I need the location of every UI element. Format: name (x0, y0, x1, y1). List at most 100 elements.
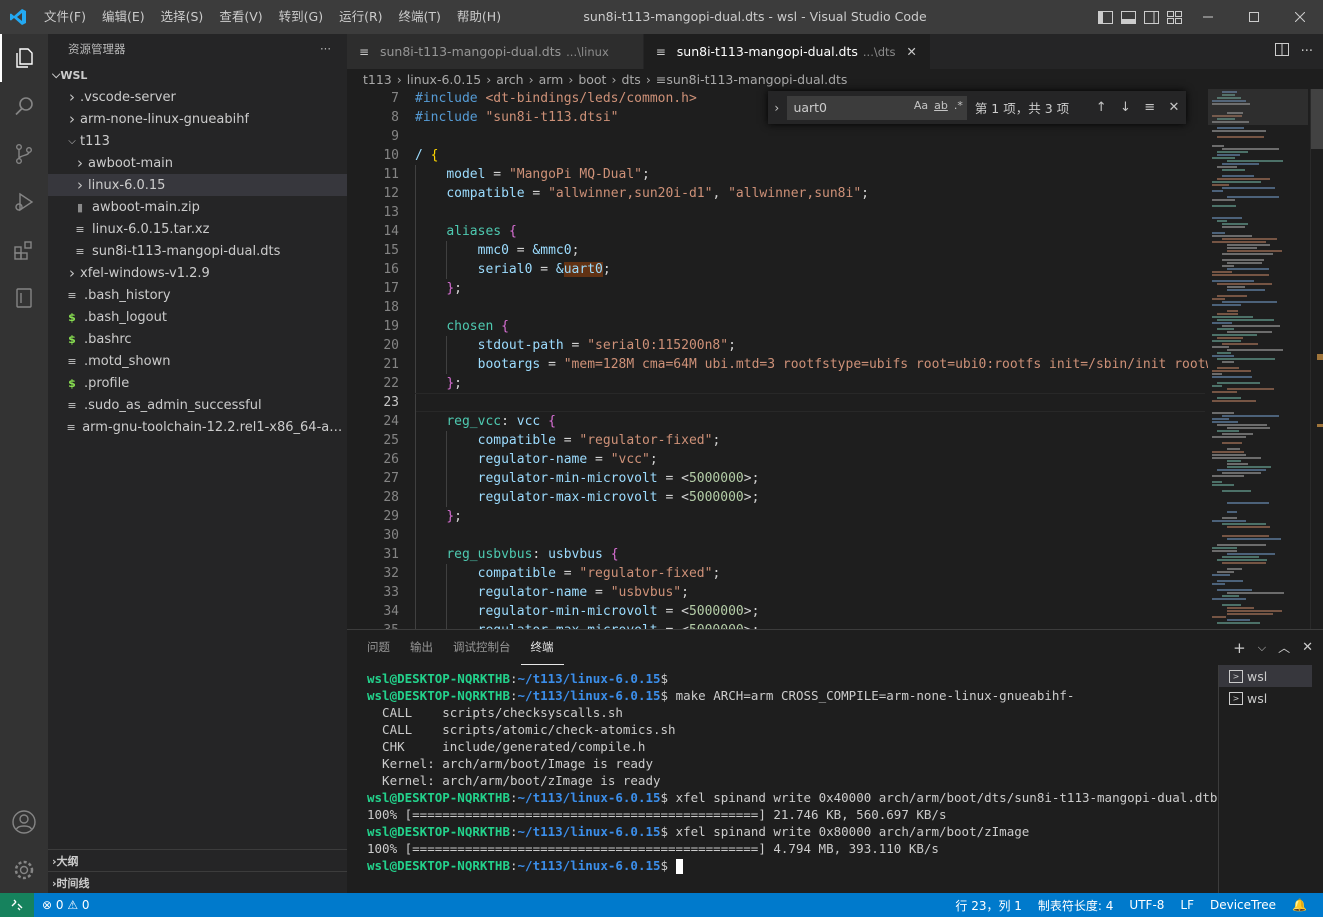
more-actions-icon[interactable]: ··· (1301, 44, 1313, 59)
tree-item[interactable]: › xfel-windows-v1.2.9 (48, 262, 347, 284)
outline-section[interactable]: › 大纲 (48, 849, 347, 872)
tree-item[interactable]: $ .profile (48, 372, 347, 394)
match-case-icon[interactable]: Aa (914, 99, 928, 112)
tree-item[interactable]: ≡ arm-gnu-toolchain-12.2.rel1-x86_64-arm-… (48, 416, 348, 438)
timeline-section[interactable]: › 时间线 (48, 871, 347, 894)
code-line[interactable]: regulator-min-microvolt = <5000000>; (415, 469, 1205, 488)
code-line[interactable]: mmc0 = &mmc0; (415, 241, 1205, 260)
tree-item[interactable]: ▮ awboot-main.zip (48, 196, 347, 218)
scrollbar-thumb[interactable] (1311, 89, 1323, 149)
settings-gear-icon[interactable] (0, 846, 48, 894)
code-line[interactable]: stdout-path = "serial0:115200n8"; (415, 336, 1205, 355)
editor-tab[interactable]: ≡ sun8i-t113-mangopi-dual.dts ...\linux (347, 34, 644, 69)
cursor-position[interactable]: 行 23，列 1 (947, 897, 1030, 914)
tree-item[interactable]: ≡ .sudo_as_admin_successful (48, 394, 347, 416)
panel-tab[interactable]: 输出 (400, 630, 443, 665)
code-line[interactable]: aliases { (415, 222, 1205, 241)
breadcrumb-item[interactable]: arm (539, 72, 564, 87)
notifications-bell-icon[interactable]: 🔔 (1284, 898, 1315, 912)
editor-tab[interactable]: ≡ sun8i-t113-mangopi-dual.dts ...\dts ✕ (643, 34, 931, 69)
next-match-icon[interactable]: ↓ (1113, 100, 1137, 115)
menu-item[interactable]: 编辑(E) (94, 0, 153, 34)
code-line[interactable]: serial0 = &uart0; (415, 260, 1205, 279)
end-of-line[interactable]: LF (1172, 898, 1202, 912)
toggle-panel-icon[interactable] (1120, 9, 1137, 26)
code-line[interactable] (415, 526, 1205, 545)
code-line[interactable]: regulator-max-microvolt = <5000000>; (415, 488, 1205, 507)
panel-tab[interactable]: 终端 (520, 630, 564, 665)
code-line[interactable]: }; (415, 374, 1205, 393)
code-line[interactable]: regulator-max-microvolt = <5000000>; (415, 621, 1205, 629)
code-line[interactable]: regulator-name = "vcc"; (415, 450, 1205, 469)
menu-item[interactable]: 转到(G) (271, 0, 331, 34)
panel-tab[interactable]: 调试控制台 (443, 630, 521, 665)
tree-item[interactable]: $ .bash_logout (48, 306, 347, 328)
code-line[interactable]: / { (415, 146, 1205, 165)
breadcrumb-item[interactable]: boot (578, 72, 606, 87)
menu-item[interactable]: 文件(F) (36, 0, 94, 34)
match-word-icon[interactable]: ab (934, 99, 948, 112)
code-line[interactable]: reg_vcc: vcc { (415, 412, 1205, 431)
encoding[interactable]: UTF-8 (1121, 898, 1172, 912)
explorer-icon[interactable] (0, 34, 48, 82)
terminal-output[interactable]: wsl@DESKTOP-NQRKTHB:~/t113/linux-6.0.15$… (367, 670, 1217, 874)
close-find-icon[interactable]: ✕ (1162, 100, 1186, 115)
source-control-icon[interactable] (0, 130, 48, 178)
account-icon[interactable] (0, 798, 48, 846)
code-line[interactable]: reg_usbvbus: usbvbus { (415, 545, 1205, 564)
customize-layout-icon[interactable] (1166, 9, 1183, 26)
breadcrumb-item[interactable]: arch (496, 72, 523, 87)
code-line[interactable]: compatible = "regulator-fixed"; (415, 564, 1205, 583)
breadcrumb-item[interactable]: linux-6.0.15 (407, 72, 481, 87)
find-in-selection-icon[interactable]: ≡ (1138, 100, 1162, 115)
minimize-icon[interactable] (1185, 0, 1231, 34)
menu-item[interactable]: 终端(T) (391, 0, 449, 34)
code-line[interactable]: compatible = "allwinner,sun20i-d1", "all… (415, 184, 1205, 203)
terminal-dropdown-icon[interactable]: ⌵ (1258, 641, 1266, 655)
workspace-root[interactable]: ⌵ WSL (48, 64, 347, 86)
previous-match-icon[interactable]: ↑ (1089, 100, 1113, 115)
terminal-instance[interactable]: > wsl (1219, 665, 1312, 687)
terminal-instance[interactable]: > wsl (1219, 687, 1312, 709)
language-mode[interactable]: DeviceTree (1202, 898, 1284, 912)
menu-item[interactable]: 运行(R) (331, 0, 390, 34)
tree-item[interactable]: ≡ linux-6.0.15.tar.xz (48, 218, 347, 240)
close-tab-icon[interactable]: ✕ (904, 44, 920, 59)
code-editor[interactable]: 7 8 9 10 11 12 13 14 15 16 17 18 19 20 21 22 23 24 25 26 27 2… (347, 89, 1323, 629)
tree-item[interactable]: ≡ .motd_shown (48, 350, 347, 372)
maximize-icon[interactable] (1231, 0, 1277, 34)
toggle-secondary-sidebar-icon[interactable] (1143, 9, 1160, 26)
extensions-icon[interactable] (0, 226, 48, 274)
tree-item[interactable]: ≡ sun8i-t113-mangopi-dual.dts (48, 240, 347, 262)
code-lines[interactable]: #include <dt-bindings/leds/common.h> #inc… (415, 89, 1213, 629)
code-line[interactable] (415, 298, 1205, 317)
code-line[interactable]: model = "MangoPi MQ-Dual"; (415, 165, 1205, 184)
breadcrumb-item[interactable]: t113 (363, 72, 392, 87)
code-line[interactable] (415, 203, 1205, 222)
code-line[interactable] (415, 393, 1205, 413)
breadcrumb-item[interactable]: dts (621, 72, 640, 87)
regex-icon[interactable]: .* (954, 99, 963, 112)
menu-item[interactable]: 查看(V) (211, 0, 270, 34)
code-line[interactable]: regulator-min-microvolt = <5000000>; (415, 602, 1205, 621)
remote-explorer-icon[interactable] (0, 274, 48, 322)
toggle-replace-icon[interactable]: › (768, 101, 785, 115)
tree-item[interactable]: $ .bashrc (48, 328, 347, 350)
new-terminal-icon[interactable]: + (1233, 639, 1246, 657)
more-actions-icon[interactable]: ··· (320, 42, 331, 56)
panel-tab[interactable]: 问题 (357, 630, 400, 665)
breadcrumb-item[interactable]: sun8i-t113-mangopi-dual.dts (666, 72, 847, 87)
minimap-viewport[interactable] (1208, 89, 1308, 125)
tab-size[interactable]: 制表符长度: 4 (1030, 897, 1122, 914)
tree-item[interactable]: › arm-none-linux-gnueabihf (48, 108, 347, 130)
code-line[interactable]: }; (415, 507, 1205, 526)
toggle-sidebar-icon[interactable] (1097, 9, 1114, 26)
code-line[interactable]: regulator-name = "usbvbus"; (415, 583, 1205, 602)
menu-item[interactable]: 选择(S) (153, 0, 212, 34)
minimap[interactable] (1208, 89, 1308, 629)
close-window-icon[interactable] (1277, 0, 1323, 34)
code-line[interactable] (415, 127, 1205, 146)
split-editor-icon[interactable] (1274, 43, 1289, 60)
remote-indicator[interactable] (0, 893, 34, 917)
code-line[interactable]: }; (415, 279, 1205, 298)
